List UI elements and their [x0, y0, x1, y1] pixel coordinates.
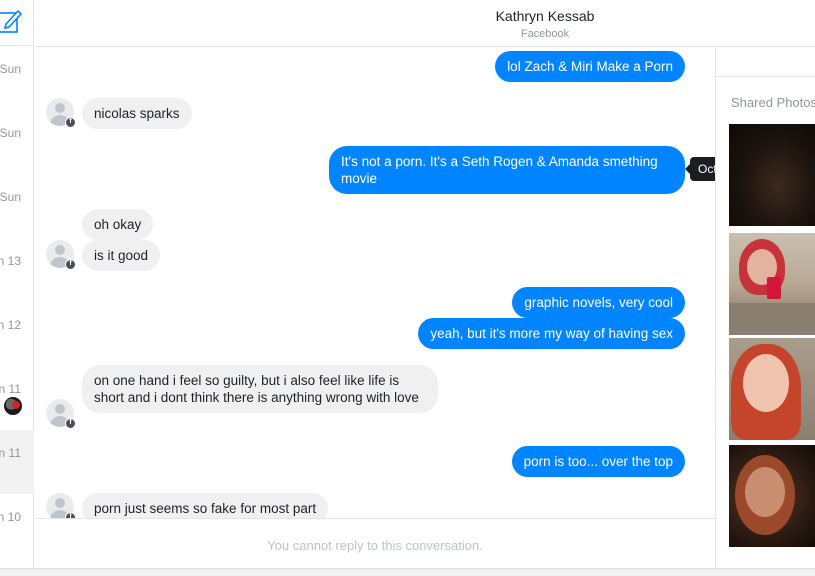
reply-composer: You cannot reply to this conversation.: [35, 518, 715, 570]
conversation-date: n 13: [0, 254, 21, 268]
conversation-date: n 11: [0, 382, 21, 396]
shared-photo[interactable]: [729, 124, 815, 226]
incoming-message[interactable]: nicolas sparks: [82, 98, 192, 129]
conversation-date: n 11: [0, 446, 21, 460]
conversation-date: Sun: [0, 62, 21, 76]
conversation-item[interactable]: n 12: [0, 302, 34, 366]
compose-icon: [0, 9, 22, 33]
message-thread[interactable]: lol Zach & Miri Make a Porn f nicolas sp…: [35, 48, 715, 518]
contact-source: Facebook: [520, 28, 570, 40]
conversation-item[interactable]: Sun: [0, 174, 34, 238]
conversation-date: n 10: [0, 510, 21, 524]
details-panel: Shared Photos: [715, 48, 815, 568]
conversation-item[interactable]: n 13: [0, 238, 34, 302]
conversation-header: Kathryn Kessab Facebook: [35, 0, 815, 47]
incoming-message[interactable]: is it good: [82, 240, 161, 271]
conversation-item[interactable]: n 10: [0, 494, 34, 558]
shared-photo[interactable]: [729, 233, 815, 335]
outgoing-message[interactable]: graphic novels, very cool: [512, 287, 685, 318]
outgoing-message[interactable]: porn is too... over the top: [511, 446, 685, 477]
conversation-item[interactable]: Sun: [0, 110, 34, 174]
conversation-item[interactable]: n 11: [0, 366, 34, 430]
contact-name[interactable]: Kathryn Kessab: [35, 8, 815, 24]
facebook-badge-icon: f: [65, 418, 76, 429]
incoming-message[interactable]: porn just seems so fake for most part: [82, 493, 329, 518]
conversation-date: Sun: [0, 126, 21, 140]
facebook-badge-icon: f: [65, 117, 76, 128]
conversation-date: Sun: [0, 190, 21, 204]
conversation-avatar: [4, 397, 22, 415]
conversation-item-active[interactable]: n 11: [0, 430, 34, 494]
outgoing-message[interactable]: It's not a porn. It's a Seth Rogen & Ama…: [329, 146, 685, 194]
conversation-item[interactable]: Sun: [0, 46, 34, 110]
facebook-badge-icon: f: [65, 259, 76, 270]
conversation-date: n 12: [0, 318, 21, 332]
window-bottom-bar: [0, 568, 815, 576]
compose-button[interactable]: [0, 0, 34, 46]
outgoing-message[interactable]: lol Zach & Miri Make a Porn: [495, 51, 685, 82]
shared-photo[interactable]: [729, 338, 815, 440]
incoming-message[interactable]: oh okay: [82, 209, 154, 240]
cannot-reply-notice: You cannot reply to this conversation.: [267, 538, 483, 553]
shared-photo[interactable]: [729, 445, 815, 547]
outgoing-message[interactable]: yeah, but it's more my way of having sex: [418, 318, 685, 349]
shared-photos-label: Shared Photos: [731, 95, 815, 110]
conversation-list: Sun Sun Sun n 13 n 12 n 11 n 11 n 10: [0, 0, 34, 576]
divider: [716, 76, 815, 77]
incoming-message[interactable]: on one hand i feel so guilty, but i also…: [82, 365, 438, 413]
